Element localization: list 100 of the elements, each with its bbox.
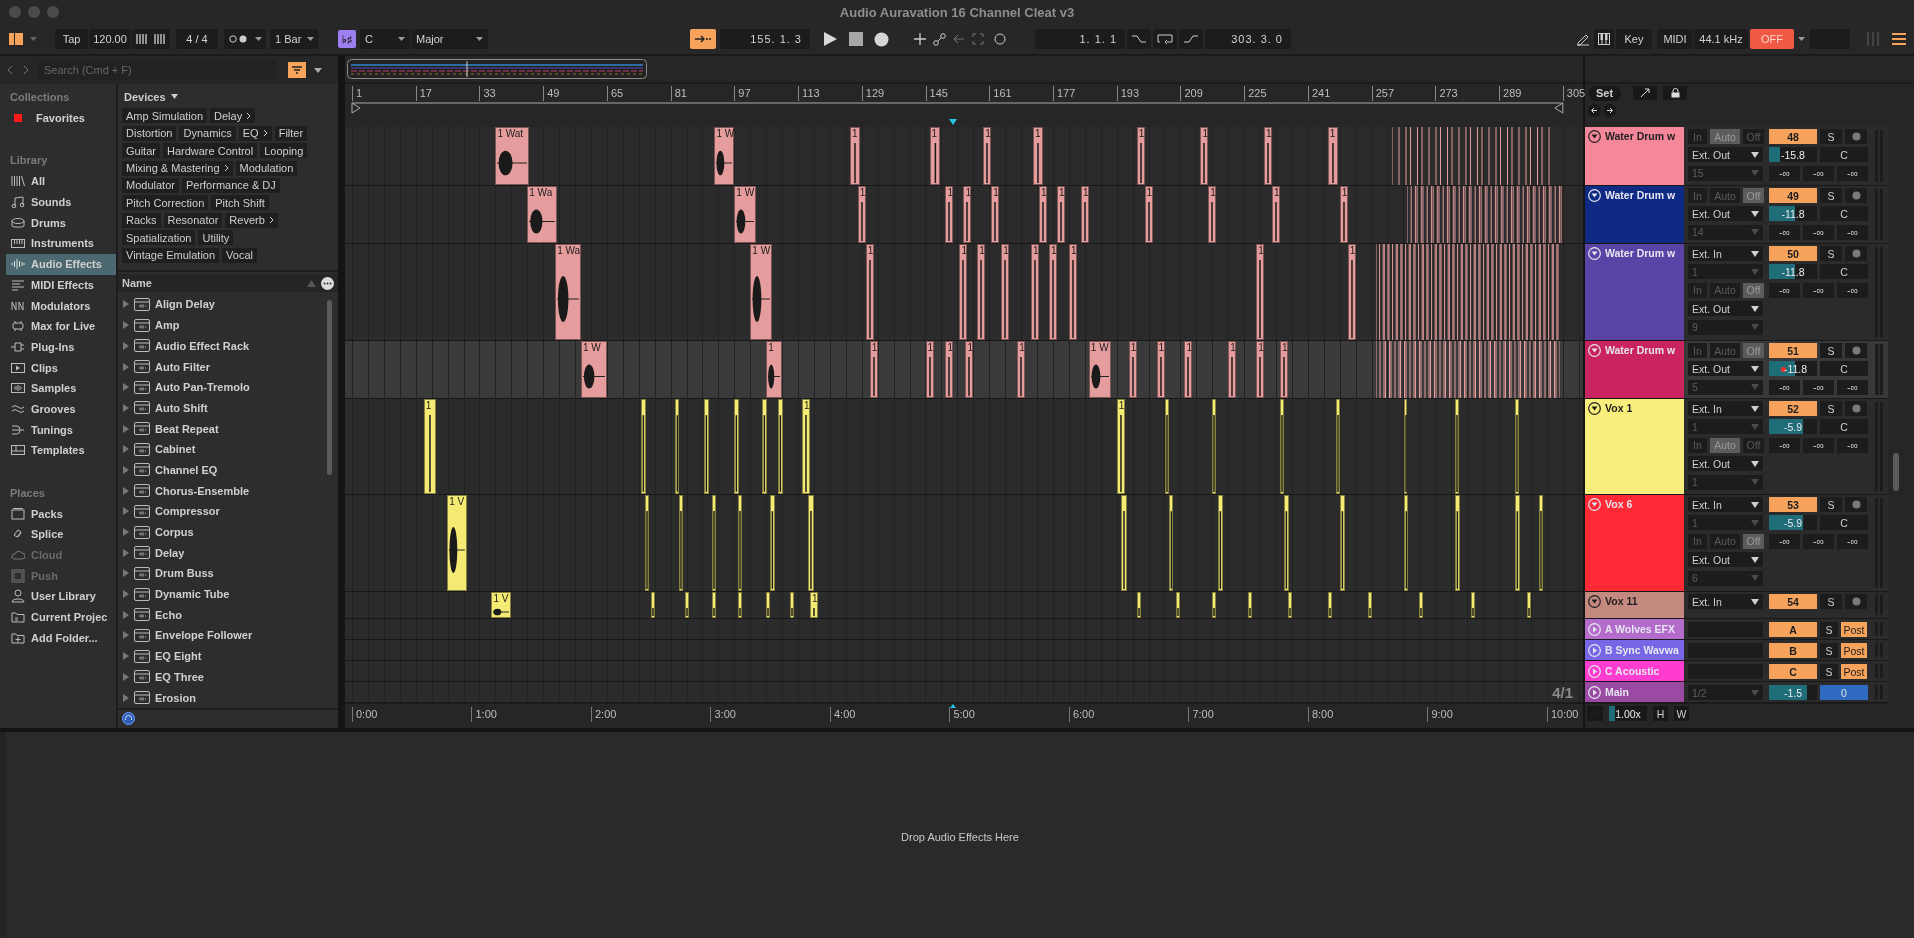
audio-clip[interactable]: 1 [1228, 341, 1237, 398]
volume-field[interactable]: -5.9 [1769, 515, 1817, 531]
library-item[interactable]: Instruments [6, 233, 116, 254]
device-item[interactable]: Cabinet [118, 438, 196, 460]
volume-field[interactable]: -15.8 [1769, 147, 1817, 163]
routing-dropdown[interactable]: Ext. In [1688, 401, 1763, 416]
send-field[interactable]: -∞ [1769, 165, 1800, 181]
device-item[interactable]: Envelope Follower [118, 625, 253, 646]
device-tag[interactable]: Looping [260, 143, 308, 159]
send-field[interactable]: -∞ [1803, 379, 1834, 395]
audio-clip[interactable]: 1 W [734, 186, 757, 243]
audio-clip[interactable]: 1 [925, 341, 934, 398]
pan-field[interactable]: C [1820, 361, 1868, 377]
audio-clip[interactable]: 1 W [750, 244, 773, 340]
device-item[interactable]: Dynamic Tube [118, 583, 230, 605]
scale-dropdown[interactable]: Major [411, 29, 488, 49]
device-tag[interactable]: Resonator [163, 212, 223, 228]
send-field[interactable]: -∞ [1837, 282, 1868, 298]
device-item[interactable]: Beat Repeat [118, 418, 219, 439]
device-tag[interactable]: Distortion [122, 125, 177, 141]
solo-button[interactable]: S [1820, 246, 1842, 261]
track-activator-button[interactable]: 51 [1769, 343, 1817, 358]
audio-clip[interactable]: 1 [869, 341, 878, 398]
routing-dropdown[interactable]: Ext. In [1688, 246, 1763, 261]
library-item[interactable]: Clips [6, 357, 116, 378]
audio-clip[interactable]: 1 [766, 341, 783, 398]
audio-clip[interactable]: 1 W [581, 341, 607, 398]
position-field[interactable]: 155. 1. 3 [720, 29, 810, 49]
place-item[interactable]: User Library [6, 586, 116, 607]
device-item[interactable]: Compressor [118, 500, 220, 522]
send-field[interactable]: -∞ [1769, 224, 1800, 240]
device-item[interactable]: Echo [118, 604, 182, 626]
set-button[interactable]: Set [1588, 85, 1622, 101]
device-tag[interactable]: Pitch Shift [211, 195, 269, 211]
track-header[interactable]: Vox 11 [1585, 592, 1684, 618]
device-tag[interactable]: Racks [122, 212, 161, 228]
device-tag[interactable]: Vocal [222, 247, 257, 263]
quantize-dropdown[interactable]: 1 Bar [270, 29, 318, 49]
audio-clip[interactable]: 1 [1033, 127, 1044, 185]
send-field[interactable]: -∞ [1837, 224, 1868, 240]
routing-dropdown[interactable]: Ext. Out [1688, 147, 1763, 163]
library-item[interactable]: MIDI Effects [6, 274, 116, 296]
volume-field[interactable]: -11.8 [1769, 361, 1817, 377]
library-item[interactable]: Audio Effects [6, 253, 116, 275]
device-tag[interactable]: Guitar [122, 143, 160, 159]
audio-clip[interactable]: 1 W [1088, 341, 1111, 398]
device-tag[interactable]: Spatialization [122, 230, 196, 246]
send-field[interactable]: -∞ [1803, 165, 1834, 181]
place-item[interactable]: Packs [6, 503, 116, 525]
library-item[interactable]: All [6, 171, 116, 192]
solo-button[interactable]: S [1820, 129, 1842, 144]
library-item[interactable]: Tunings [6, 419, 116, 440]
audio-clip[interactable]: 1 [1264, 127, 1273, 185]
audio-clip[interactable]: 1 [849, 127, 860, 185]
devices-dropdown[interactable]: Devices [118, 87, 338, 107]
routing-dropdown[interactable]: Ext. Out [1688, 206, 1763, 222]
routing-dropdown[interactable]: Ext. In [1688, 594, 1763, 609]
pan-field[interactable]: C [1820, 264, 1868, 280]
pan-field[interactable]: C [1820, 206, 1868, 222]
audio-clip[interactable]: 1 V [447, 495, 468, 591]
zoom-field[interactable]: 1.00x [1609, 706, 1647, 721]
audio-clip[interactable]: 1 [1200, 127, 1209, 185]
device-tag[interactable]: Dynamics [179, 125, 236, 141]
track-activator-button[interactable]: 48 [1769, 129, 1817, 144]
place-item[interactable]: Add Folder... [6, 627, 116, 649]
library-item[interactable]: Drums [6, 212, 116, 234]
solo-button[interactable]: S [1820, 497, 1842, 512]
device-tag[interactable]: Performance & DJ [181, 177, 280, 193]
track-activator-button[interactable]: C [1769, 664, 1817, 679]
loop-start-field[interactable]: 1. 1. 1 [1035, 29, 1125, 49]
device-item[interactable]: EQ Eight [118, 645, 202, 667]
audio-clip[interactable]: 1 [1001, 244, 1010, 340]
track-header[interactable]: Vox 1 [1585, 399, 1684, 494]
audio-clip[interactable]: 1 V [491, 592, 512, 618]
audio-clip[interactable]: 1 [1347, 244, 1356, 340]
audio-clip[interactable]: 1 [810, 592, 818, 618]
track-header[interactable]: Water Drum w [1585, 244, 1684, 340]
volume-field[interactable]: -11.8 [1769, 206, 1817, 222]
routing-dropdown[interactable]: Ext. Out [1688, 552, 1763, 568]
device-item[interactable]: Auto Shift [118, 397, 208, 419]
post-button[interactable]: Post [1841, 643, 1867, 658]
audio-clip[interactable]: 1 [1068, 244, 1077, 340]
audio-clip[interactable]: 1 [991, 186, 1000, 243]
audio-clip[interactable]: 1 [1057, 186, 1065, 243]
key-dropdown[interactable]: C [360, 29, 410, 49]
audio-clip[interactable]: 1 [1327, 127, 1338, 185]
audio-clip[interactable]: 1 [1017, 341, 1026, 398]
audio-clip[interactable]: 1 [1080, 186, 1089, 243]
library-item[interactable]: Templates [6, 440, 116, 461]
audio-clip[interactable]: 1 [1280, 341, 1288, 398]
midi-map-button[interactable]: MIDI [1657, 29, 1693, 49]
audio-clip[interactable]: 1 Wa [555, 244, 581, 340]
routing-dropdown[interactable]: Ext. In [1688, 497, 1763, 512]
audio-clip[interactable]: 1 [1184, 341, 1193, 398]
library-item[interactable]: Max for Live [6, 315, 116, 337]
audio-clip[interactable]: 1 [802, 399, 811, 494]
audio-clip[interactable]: 1 [945, 341, 954, 398]
device-tag[interactable]: Vintage Emulation [122, 247, 220, 263]
solo-button[interactable]: S [1820, 622, 1838, 637]
device-tag[interactable]: Mixing & Mastering [122, 160, 233, 176]
